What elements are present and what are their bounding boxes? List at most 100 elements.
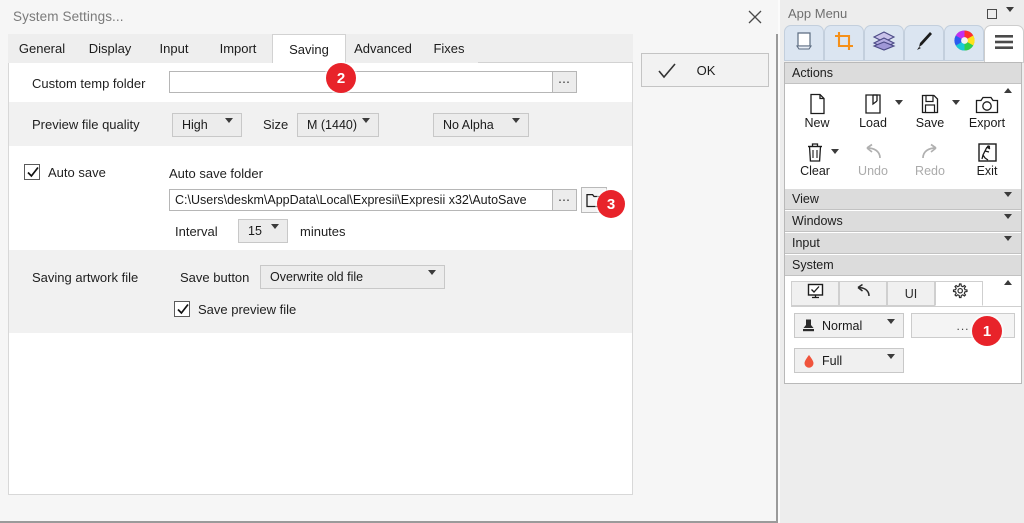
action-load[interactable]: Load [845,89,901,135]
system-tab-display[interactable] [791,281,839,306]
auto-save-checkbox[interactable]: Auto save [24,164,106,180]
save-button-label: Save button [180,270,250,285]
tab-advanced[interactable]: Advanced [346,34,420,63]
preview-size-select[interactable]: M (1440) [297,113,379,137]
custom-temp-folder-label: Custom temp folder [32,76,146,91]
chevron-down-icon [428,270,436,289]
tab-import[interactable]: Import [204,34,272,63]
checkbox-box [24,164,40,180]
section-label: Actions [792,66,833,80]
chevron-down-icon [512,118,520,137]
profile-value: Normal [822,318,863,333]
system-settings-window: System Settings... General Display Input… [0,0,778,523]
app-tab-canvas[interactable] [784,25,824,61]
action-undo: Undo [845,137,901,183]
load-folder-icon [863,89,883,115]
redo-arrow-icon [919,137,941,163]
tab-display[interactable]: Display [76,34,144,63]
tab-label: Input [159,41,189,56]
monitor-check-icon [807,283,824,304]
system-tab-undo[interactable] [839,281,887,306]
tab-fixes[interactable]: Fixes [420,34,478,63]
clear-dropdown-caret-icon[interactable] [831,149,839,172]
custom-temp-folder-browse-button[interactable]: ⋯ [553,71,577,93]
settings-form-area: Custom temp folder ⋯ Preview file qualit… [8,63,633,495]
dialog-titlebar: System Settings... [0,0,778,34]
row-auto-save: Auto save Auto save folder C:\Users\desk… [9,146,632,250]
tab-label: Advanced [354,41,412,56]
size-label: Size [263,117,289,132]
maximize-icon[interactable] [987,9,997,19]
preview-quality-value: High [182,118,208,132]
app-tab-brush[interactable] [904,25,944,61]
interval-label: Interval [175,224,218,239]
system-tab-ui[interactable]: UI [887,281,935,306]
tab-label: General [18,41,66,56]
preview-file-quality-label: Preview file quality [32,117,140,132]
action-export[interactable]: Export [959,89,1015,135]
tab-general[interactable]: General [8,34,76,63]
chevron-down-icon [887,318,895,338]
action-save[interactable]: Save [902,89,958,135]
system-tab-settings[interactable] [935,281,983,306]
auto-save-label: Auto save [48,164,106,180]
section-label: Input [792,236,820,250]
annotation-badge-1: 1 [972,316,1002,346]
quality-select[interactable]: Full [794,348,904,373]
save-preview-file-checkbox[interactable]: Save preview file [174,301,296,317]
chevron-up-icon [1004,71,1012,93]
preview-alpha-select[interactable]: No Alpha [433,113,529,137]
preview-quality-select[interactable]: High [172,113,242,137]
interval-units-label: minutes [300,224,346,239]
action-label: Export [968,116,1006,130]
tab-saving[interactable]: Saving [272,34,346,64]
custom-temp-folder-input[interactable] [169,71,553,93]
app-menu-title: App Menu [788,6,848,21]
section-header-system[interactable]: System [785,255,1021,285]
app-menu-panel: App Menu Actions New Load Save Export Cl… [780,0,1024,523]
interval-select[interactable]: 15 [238,219,288,243]
camera-icon [975,89,999,115]
trash-icon [806,137,824,163]
tab-input[interactable]: Input [144,34,204,63]
app-tab-menu[interactable] [984,25,1024,63]
save-button-select[interactable]: Overwrite old file [260,265,445,289]
preview-alpha-value: No Alpha [443,118,494,132]
action-redo: Redo [902,137,958,183]
app-tab-crop[interactable] [824,25,864,61]
new-file-icon [807,89,827,115]
settings-tabstrip: General Display Input Import Saving Adva… [8,34,633,64]
section-label: System [792,258,834,272]
app-tab-layers[interactable] [864,25,904,61]
app-tab-color[interactable] [944,25,984,61]
tab-label: Saving [289,41,329,57]
section-header-view[interactable]: View [785,189,1021,214]
auto-save-folder-input[interactable]: C:\Users\deskm\AppData\Local\Expresii\Ex… [169,189,553,211]
row-preview-file-quality: Preview file quality High Size M (1440) … [9,102,632,146]
action-exit[interactable]: Exit [959,137,1015,183]
action-new[interactable]: New [789,89,845,135]
auto-save-folder-browse-button[interactable]: ⋯ [553,189,577,211]
section-header-input[interactable]: Input [785,233,1021,258]
action-label: Undo [858,164,888,178]
row-custom-temp-folder: Custom temp folder ⋯ [9,63,632,102]
tab-label: Fixes [433,41,465,56]
save-preview-file-label: Save preview file [198,301,297,317]
droplet-icon [803,354,815,371]
chevron-down-icon [887,353,895,373]
section-header-actions[interactable]: Actions [785,63,1021,93]
quality-value: Full [822,353,843,368]
action-label: New [804,116,830,130]
section-label: Windows [792,214,843,228]
ok-button[interactable]: OK [641,53,769,87]
ok-button-label: OK [696,62,716,78]
auto-save-folder-label: Auto save folder [169,166,263,181]
profile-select[interactable]: Normal [794,313,904,338]
chevron-down-icon [271,224,279,243]
close-icon[interactable] [732,0,778,33]
ui-text-icon: UI [904,286,918,301]
interval-value: 15 [248,224,262,238]
color-wheel-icon [953,29,976,57]
section-header-windows[interactable]: Windows [785,211,1021,236]
app-menu-tabstrip [784,25,1024,63]
